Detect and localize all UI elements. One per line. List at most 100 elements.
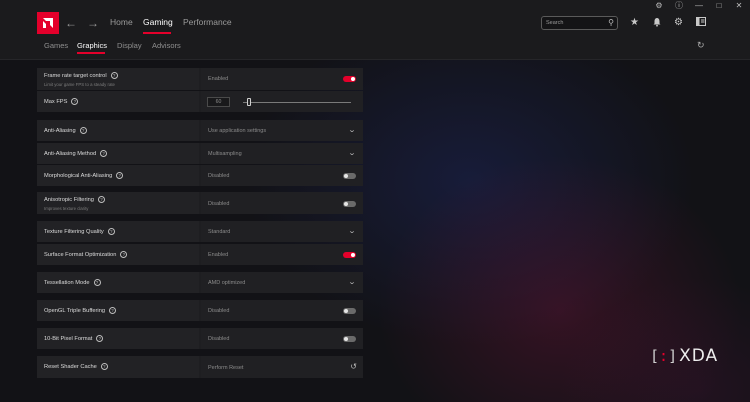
setting-label-text: Anti-Aliasing: [44, 128, 76, 134]
setting-tessellation-mode[interactable]: Tessellation Mode? AMD optimized ⌄: [37, 272, 363, 293]
setting-anti-aliasing-method[interactable]: Anti-Aliasing Method? Multisampling ⌄: [37, 143, 363, 164]
setting-value: Enabled: [208, 252, 229, 258]
minimize-icon[interactable]: —: [694, 1, 704, 11]
setting-label: Anti-Aliasing?: [44, 127, 87, 134]
setting-label: Surface Format Optimization?: [44, 251, 128, 258]
toggle-knob: [351, 77, 355, 81]
help-icon[interactable]: ⓘ: [674, 1, 684, 11]
search-box: ⚲: [541, 16, 618, 30]
max-fps-slider-track[interactable]: [243, 102, 351, 103]
help-icon[interactable]: ?: [97, 196, 105, 203]
back-arrow-icon[interactable]: ←: [65, 16, 77, 30]
forward-arrow-icon[interactable]: →: [87, 16, 99, 30]
setting-label: Frame rate target control?: [44, 72, 118, 79]
setting-label-cell: Frame rate target control? Limit your ga…: [37, 68, 199, 90]
setting-label-cell: Anisotropic Filtering? Improves texture …: [37, 192, 199, 214]
setting-texture-filtering-quality[interactable]: Texture Filtering Quality? Standard ⌄: [37, 221, 363, 242]
max-fps-input[interactable]: 60: [207, 97, 230, 107]
chevron-down-icon[interactable]: ⌄: [348, 149, 356, 157]
anisotropic-toggle[interactable]: [343, 201, 356, 207]
tab-advisors[interactable]: Advisors: [152, 41, 181, 50]
opengl-triple-toggle[interactable]: [343, 308, 356, 314]
setting-label-cell: Surface Format Optimization?: [37, 244, 199, 265]
setting-label-text: Morphological Anti-Aliasing: [44, 173, 113, 179]
bell-icon[interactable]: [652, 17, 662, 30]
help-icon[interactable]: ?: [100, 150, 108, 157]
surface-format-toggle[interactable]: [343, 252, 356, 258]
title-bar: ⚙ ⓘ — □ ✕: [0, 0, 750, 12]
setting-reset-shader-cache[interactable]: Reset Shader Cache? Perform Reset ↺: [37, 356, 363, 378]
setting-value-cell: Use application settings ⌄: [201, 120, 363, 141]
help-icon[interactable]: ?: [96, 335, 104, 342]
help-icon[interactable]: ?: [110, 72, 118, 79]
setting-value: Standard: [208, 229, 231, 235]
search-input[interactable]: [546, 18, 606, 28]
help-icon[interactable]: ?: [71, 98, 79, 105]
setting-max-fps: Max FPS? 60: [37, 91, 363, 112]
setting-value-cell: Multisampling ⌄: [201, 143, 363, 164]
help-icon[interactable]: ?: [93, 279, 101, 286]
close-icon[interactable]: ✕: [734, 1, 744, 11]
reset-icon[interactable]: ↻: [697, 40, 705, 51]
setting-label-cell: Anti-Aliasing?: [37, 120, 199, 141]
toggle-knob: [344, 337, 348, 341]
xda-watermark: [:] XDA: [650, 346, 718, 366]
setting-label-text: Surface Format Optimization: [44, 252, 117, 258]
help-icon[interactable]: ?: [120, 251, 128, 258]
setting-value-cell: Standard ⌄: [201, 221, 363, 242]
setting-value: Use application settings: [208, 128, 267, 134]
setting-label-text: OpenGL Triple Buffering: [44, 308, 106, 314]
search-icon[interactable]: ⚲: [608, 18, 614, 27]
frame-rate-toggle[interactable]: [343, 76, 356, 82]
amd-logo-icon: [43, 18, 53, 28]
tab-display[interactable]: Display: [117, 41, 142, 50]
amd-logo[interactable]: [37, 12, 59, 34]
setting-surface-format-optimization: Surface Format Optimization? Enabled: [37, 244, 363, 265]
help-icon[interactable]: ?: [107, 228, 115, 235]
help-icon[interactable]: ?: [79, 127, 87, 134]
setting-label-text: Anti-Aliasing Method: [44, 151, 97, 157]
max-fps-slider-thumb[interactable]: [247, 98, 252, 106]
setting-label-cell: Morphological Anti-Aliasing?: [37, 165, 199, 186]
setting-value-cell: Disabled: [201, 300, 363, 321]
chevron-down-icon[interactable]: ⌄: [348, 278, 356, 286]
maximize-icon[interactable]: □: [714, 1, 724, 11]
help-icon[interactable]: ?: [116, 172, 124, 179]
sub-tabs-bar: [0, 36, 750, 60]
tab-games[interactable]: Games: [44, 41, 68, 50]
ten-bit-toggle[interactable]: [343, 336, 356, 342]
setting-label-text: 10-Bit Pixel Format: [44, 336, 93, 342]
star-icon[interactable]: ★: [630, 17, 639, 28]
help-icon[interactable]: ?: [100, 363, 108, 370]
nav-gaming[interactable]: Gaming: [143, 17, 173, 27]
setting-label-cell: 10-Bit Pixel Format?: [37, 328, 199, 349]
bug-icon[interactable]: ⚙: [654, 1, 664, 11]
setting-10-bit-pixel-format: 10-Bit Pixel Format? Disabled: [37, 328, 363, 349]
chevron-down-icon[interactable]: ⌄: [348, 227, 356, 235]
tab-graphics[interactable]: Graphics: [77, 41, 107, 50]
setting-value-cell: 60: [201, 91, 363, 112]
setting-value: Multisampling: [208, 151, 242, 157]
nav-performance[interactable]: Performance: [183, 17, 232, 27]
tab-active-indicator: [77, 52, 105, 54]
setting-label-text: Reset Shader Cache: [44, 364, 97, 370]
gear-icon[interactable]: ⚙: [674, 17, 683, 28]
setting-anti-aliasing[interactable]: Anti-Aliasing? Use application settings …: [37, 120, 363, 141]
setting-label-cell: Anti-Aliasing Method?: [37, 143, 199, 164]
setting-label: Anti-Aliasing Method?: [44, 150, 108, 157]
nav-home[interactable]: Home: [110, 17, 133, 27]
toggle-knob: [351, 253, 355, 257]
window-controls: ⚙ ⓘ — □ ✕: [654, 1, 744, 11]
setting-value: Disabled: [208, 201, 230, 207]
help-icon[interactable]: ?: [109, 307, 117, 314]
toggle-knob: [344, 309, 348, 313]
setting-label-cell: Texture Filtering Quality?: [37, 221, 199, 242]
setting-label-cell: Tessellation Mode?: [37, 272, 199, 293]
layout-icon[interactable]: [696, 17, 706, 29]
watermark-text: XDA: [679, 346, 719, 366]
chevron-down-icon[interactable]: ⌄: [348, 126, 356, 134]
setting-morphological-aa: Morphological Anti-Aliasing? Disabled: [37, 165, 363, 186]
morphological-aa-toggle[interactable]: [343, 173, 356, 179]
reset-cache-icon[interactable]: ↺: [350, 362, 357, 371]
setting-label-cell: Max FPS?: [37, 91, 199, 112]
